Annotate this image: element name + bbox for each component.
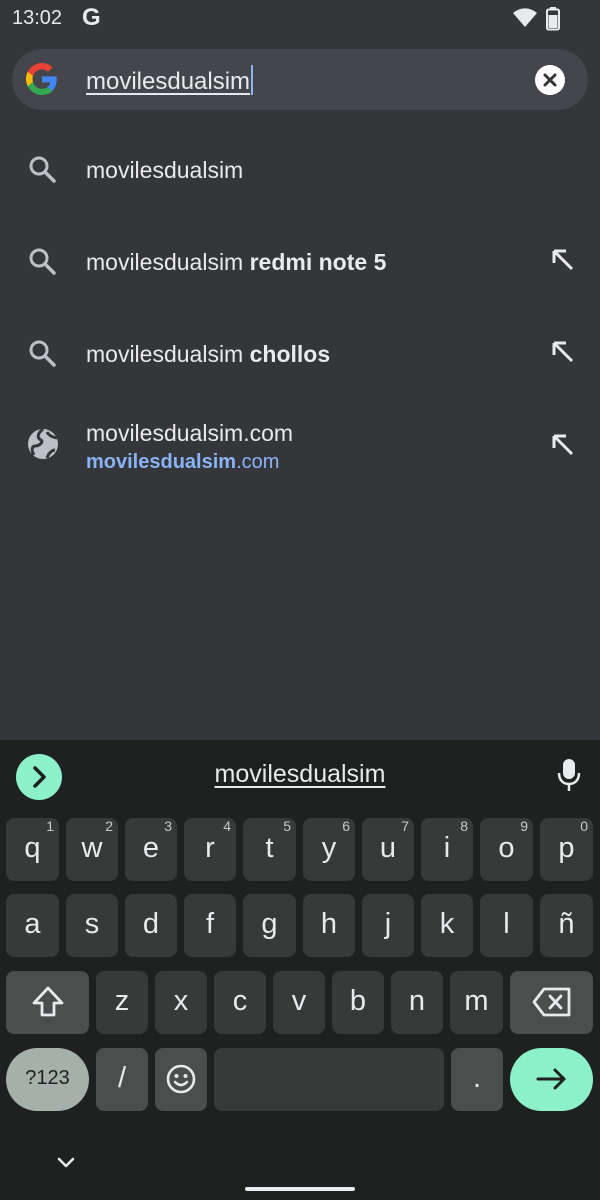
suggestion-item[interactable]: movilesdualsim [0, 124, 600, 214]
wifi-icon [513, 8, 537, 27]
suggestion-site-item[interactable]: movilesdualsim.com movilesdualsim.com [0, 400, 600, 496]
key-b[interactable]: b [332, 971, 384, 1034]
keyboard-suggestion[interactable]: movilesdualsim [0, 760, 600, 789]
keyboard-toolbar: movilesdualsim [0, 740, 600, 810]
emoji-key[interactable] [155, 1048, 207, 1111]
key-t[interactable]: t5 [243, 818, 296, 881]
google-notification-icon: G [82, 4, 101, 31]
text-cursor [251, 65, 254, 95]
gesture-nav-bar[interactable] [245, 1187, 355, 1191]
key-l[interactable]: l [480, 894, 533, 957]
search-icon [29, 248, 56, 275]
google-logo-icon [26, 63, 57, 95]
key-u[interactable]: u7 [362, 818, 414, 881]
key-v[interactable]: v [273, 971, 325, 1034]
search-icon [29, 340, 56, 367]
key-period[interactable]: . [451, 1048, 503, 1111]
key-k[interactable]: k [421, 894, 473, 957]
omnibox[interactable]: movilesdualsim [12, 49, 588, 110]
symbols-key[interactable]: ?123 [6, 1048, 89, 1111]
key-w[interactable]: w2 [66, 818, 118, 881]
enter-key[interactable] [510, 1048, 593, 1111]
backspace-icon [532, 987, 570, 1017]
battery-icon [546, 7, 560, 31]
chevron-down-icon[interactable] [55, 1152, 77, 1174]
key-m[interactable]: m [450, 971, 503, 1034]
key-x[interactable]: x [155, 971, 207, 1034]
key-i[interactable]: i8 [421, 818, 473, 881]
key-enye[interactable]: ñ [540, 894, 593, 957]
key-p[interactable]: p0 [540, 818, 593, 881]
suggestion-item[interactable]: movilesdualsim redmi note 5 [0, 216, 600, 306]
suggestion-url: movilesdualsim.com [86, 451, 280, 473]
key-a[interactable]: a [6, 894, 59, 957]
key-f[interactable]: f [184, 894, 236, 957]
key-d[interactable]: d [125, 894, 177, 957]
shift-icon [32, 986, 63, 1017]
search-icon [29, 156, 56, 183]
key-c[interactable]: c [214, 971, 266, 1034]
microphone-icon[interactable] [556, 757, 582, 793]
suggestion-title: movilesdualsim.com [86, 420, 294, 446]
status-time: 13:02 [12, 7, 63, 29]
clear-button[interactable] [535, 65, 565, 95]
key-y[interactable]: y6 [303, 818, 355, 881]
suggestion-item[interactable]: movilesdualsim chollos [0, 308, 600, 398]
status-bar: 13:02 G [0, 0, 600, 40]
key-j[interactable]: j [362, 894, 414, 957]
key-q[interactable]: q1 [6, 818, 59, 881]
refine-arrow-icon[interactable] [550, 247, 576, 273]
backspace-key[interactable] [510, 971, 593, 1034]
screen: 13:02 G movilesdualsim movilesdualsim mo… [0, 0, 600, 1200]
keyboard: movilesdualsim [0, 740, 600, 1200]
key-s[interactable]: s [66, 894, 118, 957]
key-slash[interactable]: / [96, 1048, 148, 1111]
key-r[interactable]: r4 [184, 818, 236, 881]
key-o[interactable]: o9 [480, 818, 533, 881]
refine-arrow-icon[interactable] [550, 432, 576, 458]
omnibox-query-text: movilesdualsim [86, 68, 251, 95]
space-key[interactable] [214, 1048, 444, 1111]
arrow-right-icon [536, 1068, 565, 1090]
refine-arrow-icon[interactable] [550, 339, 576, 365]
suggestion-text: movilesdualsim [86, 157, 244, 183]
close-icon [543, 73, 557, 87]
key-e[interactable]: e3 [125, 818, 177, 881]
suggestion-text: movilesdualsim redmi note 5 [86, 249, 387, 275]
key-z[interactable]: z [96, 971, 148, 1034]
shift-key[interactable] [6, 971, 89, 1034]
globe-icon [28, 428, 58, 459]
suggestion-text: movilesdualsim chollos [86, 341, 331, 367]
key-h[interactable]: h [303, 894, 355, 957]
key-n[interactable]: n [391, 971, 443, 1034]
omnibox-input[interactable]: movilesdualsim [86, 65, 254, 96]
key-g[interactable]: g [243, 894, 296, 957]
emoji-icon [166, 1064, 196, 1094]
